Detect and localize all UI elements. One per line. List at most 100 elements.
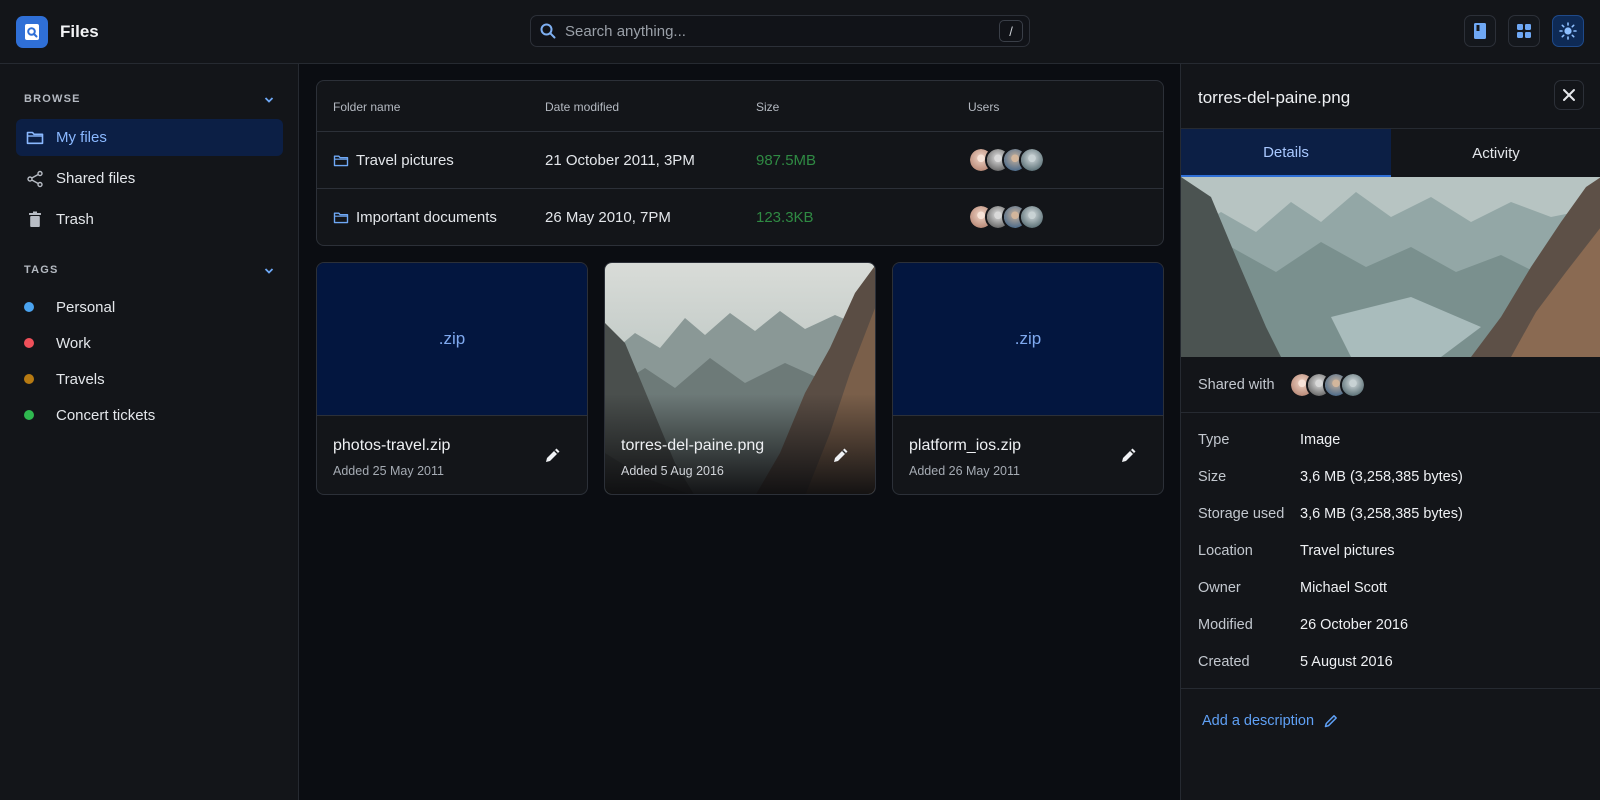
detail-value: Image [1300, 432, 1341, 448]
book-icon [1474, 23, 1486, 39]
search-icon [540, 23, 556, 43]
users-avatars[interactable] [968, 147, 1045, 173]
detail-row-modified: Modified 26 October 2016 [1198, 617, 1588, 637]
folder-name-cell[interactable]: Travel pictures [333, 152, 454, 169]
folder-icon [26, 129, 44, 147]
detail-row-size: Size 3,6 MB (3,258,385 bytes) [1198, 469, 1588, 489]
search-shortcut-key: / [999, 20, 1023, 42]
tags-heading: TAGS [24, 264, 59, 276]
folder-name: Important documents [356, 209, 497, 226]
app-title: Files [60, 22, 99, 41]
chevron-down-icon[interactable] [264, 95, 274, 107]
column-header-size[interactable]: Size [756, 100, 779, 114]
column-header-users[interactable]: Users [968, 100, 999, 114]
table-row[interactable]: Important documents 26 May 2010, 7PM 123… [317, 189, 1163, 245]
detail-key: Owner [1198, 580, 1241, 596]
detail-value: Travel pictures [1300, 543, 1395, 559]
edit-button[interactable] [829, 443, 853, 467]
detail-value: 26 October 2016 [1300, 617, 1409, 633]
column-header-folder-name[interactable]: Folder name [333, 100, 400, 114]
folder-icon [333, 211, 349, 224]
file-card[interactable]: .zip platform_ios.zip Added 26 May 2011 [892, 262, 1164, 495]
file-name: photos-travel.zip [333, 437, 451, 454]
sidebar-item-label: Trash [56, 211, 94, 228]
tag-concert-tickets[interactable]: Concert tickets [16, 400, 283, 430]
sidebar-item-trash[interactable]: Trash [16, 201, 283, 238]
pencil-icon [834, 448, 848, 462]
date-modified-cell: 21 October 2011, 3PM [545, 152, 695, 169]
close-button[interactable] [1554, 80, 1584, 110]
file-card[interactable]: torres-del-paine.png Added 5 Aug 2016 [604, 262, 876, 495]
folder-name-cell[interactable]: Important documents [333, 209, 497, 226]
detail-row-type: Type Image [1198, 432, 1588, 452]
avatar [1019, 204, 1045, 230]
pencil-icon [1122, 448, 1136, 462]
folder-name: Travel pictures [356, 152, 454, 169]
users-avatars[interactable] [968, 204, 1045, 230]
file-name: torres-del-paine.png [621, 437, 765, 454]
edit-button[interactable] [1117, 443, 1141, 467]
sidebar: BROWSE My files Shared files Trash TAGS … [0, 64, 299, 800]
column-header-date-modified[interactable]: Date modified [545, 100, 619, 114]
file-added-date: Added 5 Aug 2016 [621, 464, 724, 478]
detail-value: 3,6 MB (3,258,385 bytes) [1300, 469, 1463, 485]
top-header: Files / [0, 0, 1600, 64]
browse-section-header[interactable]: BROWSE [24, 93, 274, 113]
detail-value: 3,6 MB (3,258,385 bytes) [1300, 506, 1463, 522]
folder-icon [333, 154, 349, 167]
detail-key: Storage used [1198, 506, 1285, 522]
detail-key: Location [1198, 543, 1253, 559]
pencil-icon [546, 448, 560, 462]
tag-label: Concert tickets [56, 406, 156, 424]
tag-color-dot [24, 302, 34, 312]
edit-button[interactable] [541, 443, 565, 467]
table-row[interactable]: Travel pictures 21 October 2011, 3PM 987… [317, 132, 1163, 189]
tag-work[interactable]: Work [16, 328, 283, 358]
browse-heading: BROWSE [24, 93, 81, 105]
tag-travels[interactable]: Travels [16, 364, 283, 394]
shared-avatars[interactable] [1289, 372, 1366, 398]
size-cell: 123.3KB [756, 209, 814, 226]
tag-personal[interactable]: Personal [16, 292, 283, 322]
tags-section-header[interactable]: TAGS [24, 264, 274, 284]
sidebar-item-shared-files[interactable]: Shared files [16, 160, 283, 197]
search-input[interactable] [565, 16, 985, 46]
file-added-date: Added 26 May 2011 [909, 464, 1020, 478]
add-description-link[interactable]: Add a description [1202, 713, 1339, 729]
file-thumbnail: .zip [893, 263, 1163, 416]
file-name: platform_ios.zip [909, 437, 1022, 454]
divider [1181, 412, 1600, 413]
date-modified-cell: 26 May 2010, 7PM [545, 209, 671, 226]
close-icon [1563, 89, 1575, 101]
add-description-label: Add a description [1202, 713, 1315, 729]
sun-icon [1559, 22, 1577, 40]
details-title: torres-del-paine.png [1198, 88, 1351, 107]
app-logo[interactable] [16, 16, 48, 48]
details-panel: torres-del-paine.png Details Activity Sh… [1180, 64, 1600, 800]
detail-key: Type [1198, 432, 1230, 448]
tag-label: Personal [56, 298, 116, 316]
tab-activity[interactable]: Activity [1391, 129, 1600, 178]
theme-toggle-button[interactable] [1552, 15, 1584, 47]
sidebar-item-label: Shared files [56, 170, 136, 187]
file-card[interactable]: .zip photos-travel.zip Added 25 May 2011 [316, 262, 588, 495]
docs-button[interactable] [1464, 15, 1496, 47]
avatar [1019, 147, 1045, 173]
pencil-icon [1323, 713, 1339, 729]
divider [1181, 688, 1600, 689]
sidebar-item-my-files[interactable]: My files [16, 119, 283, 156]
detail-value: 5 August 2016 [1300, 654, 1393, 670]
detail-row-location: Location Travel pictures [1198, 543, 1588, 563]
details-tabs: Details Activity [1181, 128, 1600, 178]
tab-details[interactable]: Details [1181, 129, 1391, 178]
table-header: Folder name Date modified Size Users [317, 81, 1163, 132]
share-icon [26, 170, 44, 188]
chevron-down-icon[interactable] [264, 266, 274, 278]
detail-key: Size [1198, 469, 1227, 485]
grid-view-button[interactable] [1508, 15, 1540, 47]
trash-icon [26, 211, 44, 229]
file-thumbnail: .zip [317, 263, 587, 416]
search-bar[interactable]: / [530, 15, 1030, 47]
tag-color-dot [24, 410, 34, 420]
sidebar-item-label: My files [56, 129, 107, 146]
